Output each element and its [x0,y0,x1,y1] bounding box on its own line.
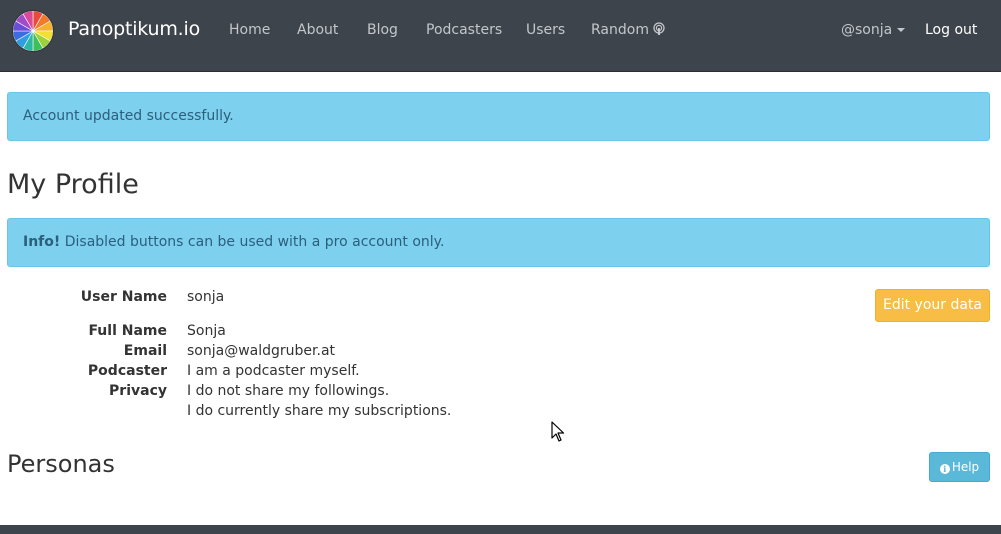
info-text: Disabled buttons can be used with a pro … [60,234,445,250]
user-name-label: User Name [80,289,167,305]
user-name-value: sonja [187,289,225,305]
color-wheel-logo-icon[interactable] [12,10,54,52]
user-menu-dropdown[interactable]: @sonja [841,22,906,38]
podcaster-label: Podcaster [87,363,167,379]
nav-about[interactable]: About [297,22,338,38]
help-label: Help [951,460,980,474]
page-title: My Profile [7,169,139,200]
user-menu-label: @sonja [841,22,893,38]
info-alert: Info! Disabled buttons can be used with … [7,218,990,267]
podcaster-value: I am a podcaster myself. [187,363,360,379]
privacy-subscriptions: I do currently share my subscriptions. [187,403,452,419]
personas-heading: Personas [7,450,115,478]
edit-data-button[interactable]: Edit your data [875,289,990,322]
podcast-icon [653,22,666,35]
nav-home[interactable]: Home [229,22,270,38]
nav-random-label: Random [591,22,649,38]
nav-users[interactable]: Users [526,22,565,38]
full-name-value: Sonja [187,323,226,339]
brand-link[interactable]: Panoptikum.io [68,18,200,40]
info-circle-icon: i [939,464,950,474]
success-alert: Account updated successfully. [7,92,990,141]
mouse-cursor-icon [551,421,565,442]
full-name-label: Full Name [88,323,167,339]
privacy-followings: I do not share my followings. [187,383,390,399]
footer-bar [0,525,1001,534]
help-button[interactable]: i Help [929,452,990,482]
caret-down-icon [897,28,906,32]
privacy-label: Privacy [109,383,167,399]
email-value: sonja@waldgruber.at [187,343,336,359]
email-label: Email [123,343,167,359]
info-strong: Info! [23,234,61,250]
logout-link[interactable]: Log out [925,22,977,38]
nav-random[interactable]: Random [591,22,666,38]
nav-podcasters[interactable]: Podcasters [426,22,502,38]
nav-blog[interactable]: Blog [367,22,398,38]
navbar: Panoptikum.io Home About Blog Podcasters… [0,0,1001,72]
